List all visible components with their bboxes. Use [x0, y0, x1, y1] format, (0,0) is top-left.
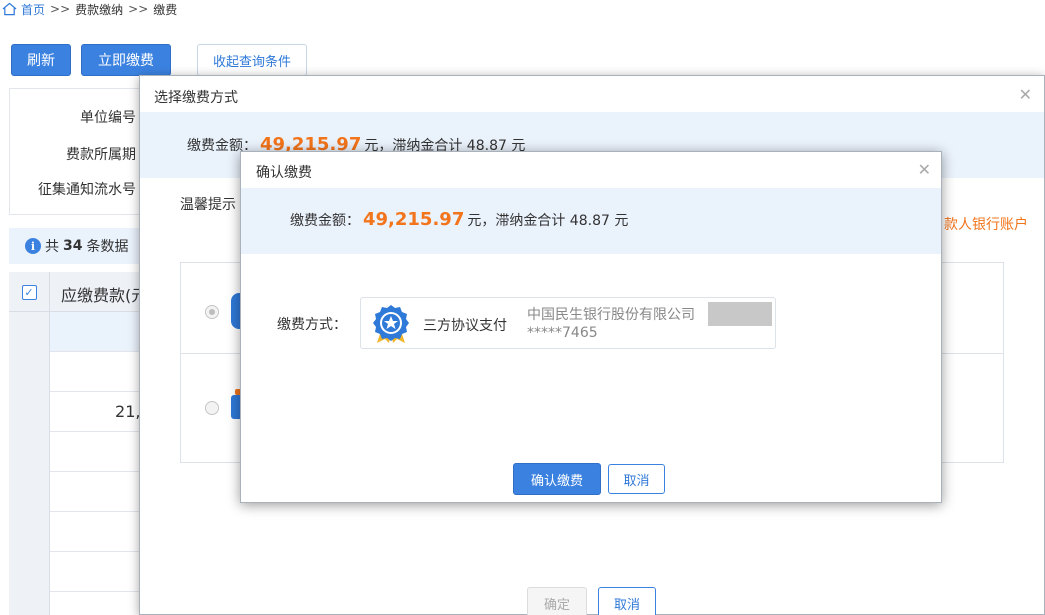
- method-name: 三方协议支付: [423, 318, 507, 334]
- confirm-payment-button[interactable]: 确认缴费: [513, 463, 601, 495]
- home-icon[interactable]: [2, 2, 17, 16]
- breadcrumb-fee-payment: 费款缴纳: [75, 2, 124, 17]
- record-count: 34: [63, 238, 83, 254]
- select-all-cell[interactable]: ✓: [9, 272, 50, 312]
- fee-table: ✓ 应缴费款(元) 320 320 21,440 320 320 160 160…: [9, 272, 149, 615]
- bank-name: 中国民生银行股份有限公司: [527, 307, 695, 323]
- breadcrumb-current: 缴费: [153, 2, 178, 17]
- row-checkbox-column: [9, 312, 50, 615]
- redacted-block: [708, 302, 772, 326]
- medal-icon: [373, 305, 409, 343]
- table-row[interactable]: 320: [50, 312, 149, 352]
- breadcrumb-separator: >>: [128, 2, 149, 16]
- count-suffix: 条数据: [86, 239, 129, 255]
- amount-suffix: 元，滞纳金合计 48.87 元: [467, 213, 629, 229]
- record-count-bar: i 共 34 条数据: [9, 228, 149, 264]
- table-row[interactable]: 160: [50, 552, 149, 592]
- notice-number-label: 征集通知流水号: [38, 182, 136, 198]
- payment-method-card: 三方协议支付 中国民生银行股份有限公司 *****7465: [360, 297, 776, 349]
- payer-bank-account-link[interactable]: 款人银行账户: [944, 214, 1028, 234]
- table-row[interactable]: 320: [50, 472, 149, 512]
- breadcrumb: 首页 >> 费款缴纳 >> 缴费: [2, 0, 177, 18]
- unit-number-label: 单位编号: [80, 110, 136, 126]
- dialog-title: 确认缴费: [256, 165, 312, 181]
- checkbox-icon[interactable]: ✓: [21, 284, 37, 300]
- table-row[interactable]: 160: [50, 592, 149, 615]
- ok-button[interactable]: 确定: [527, 587, 587, 615]
- info-icon: i: [25, 238, 41, 254]
- tip-label: 温馨提示: [180, 197, 236, 213]
- payment-amount: 49,215.97: [363, 209, 465, 230]
- refresh-button[interactable]: 刷新: [11, 44, 71, 76]
- cancel-button[interactable]: 取消: [608, 464, 665, 494]
- option-radio-2[interactable]: [205, 401, 219, 415]
- fee-period-label: 费款所属期: [66, 147, 136, 163]
- pay-now-button[interactable]: 立即缴费: [81, 44, 171, 76]
- confirm-payment-dialog: 确认缴费 ✕ 缴费金额： 49,215.97 元，滞纳金合计 48.87 元 缴…: [240, 151, 942, 503]
- dialog-title: 选择缴费方式: [154, 90, 238, 106]
- amount-summary: 缴费金额： 49,215.97 元，滞纳金合计 48.87 元: [290, 209, 628, 230]
- cancel-button[interactable]: 取消: [598, 587, 656, 615]
- bank-account-number: *****7465: [527, 325, 598, 341]
- query-panel: 单位编号 费款所属期 征集通知流水号: [9, 88, 149, 215]
- amount-summary-bar: 缴费金额： 49,215.97 元，滞纳金合计 48.87 元: [241, 188, 941, 254]
- count-prefix: 共: [45, 239, 59, 255]
- breadcrumb-separator: >>: [50, 2, 71, 16]
- table-row[interactable]: 320: [50, 352, 149, 392]
- table-row[interactable]: 320: [50, 432, 149, 472]
- payment-method-label: 缴费方式：: [277, 317, 347, 333]
- breadcrumb-home[interactable]: 首页: [21, 1, 45, 18]
- option-radio-1[interactable]: [205, 305, 219, 319]
- collapse-query-button[interactable]: 收起查询条件: [197, 44, 307, 76]
- table-header: ✓ 应缴费款(元): [9, 272, 149, 312]
- close-icon[interactable]: ✕: [918, 162, 931, 178]
- table-row[interactable]: 160: [50, 512, 149, 552]
- amount-label: 缴费金额：: [290, 213, 360, 229]
- close-icon[interactable]: ✕: [1019, 87, 1032, 103]
- column-header-amount[interactable]: 应缴费款(元): [61, 282, 149, 306]
- table-row[interactable]: 21,440: [50, 392, 149, 432]
